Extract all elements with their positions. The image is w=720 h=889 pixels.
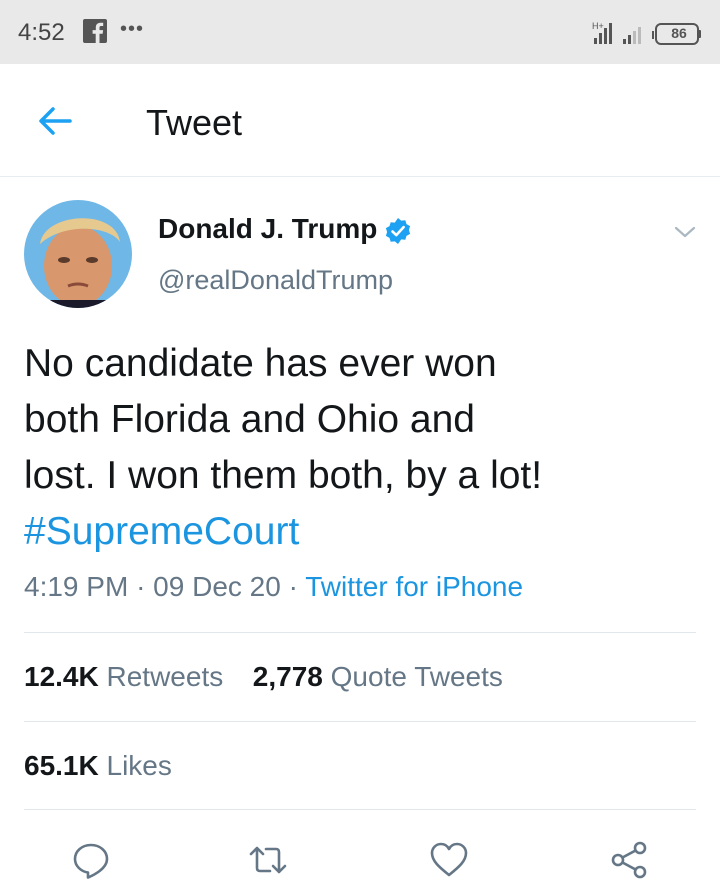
tweet-source-link[interactable]: Twitter for iPhone — [305, 571, 523, 602]
author-name[interactable]: Donald J. Trump — [158, 213, 377, 245]
retweets-count: 12.4K — [24, 661, 99, 692]
page-title: Tweet — [146, 102, 243, 143]
avatar[interactable] — [24, 200, 132, 308]
likes-label: Likes — [106, 750, 172, 781]
meta-separator: · — [136, 571, 146, 602]
likes-stat[interactable]: 65.1K Likes — [24, 750, 172, 782]
status-time: 4:52 — [18, 19, 65, 46]
divider — [24, 721, 696, 722]
share-icon[interactable] — [609, 840, 649, 880]
more-notifications-icon: ••• — [120, 18, 145, 40]
reply-icon[interactable] — [71, 840, 111, 880]
retweets-stat[interactable]: 12.4K Retweets — [24, 661, 231, 692]
meta-separator: · — [288, 571, 298, 602]
tweet-text-line: both Florida and Ohio and — [24, 398, 475, 441]
retweet-icon[interactable] — [248, 840, 288, 880]
author-handle[interactable]: @realDonaldTrump — [158, 265, 393, 296]
tweet-text: No candidate has ever won both Florida a… — [24, 336, 684, 560]
battery-icon: 86 — [671, 25, 687, 41]
svg-text:H+: H+ — [592, 21, 604, 31]
divider — [24, 632, 696, 633]
likes-count: 65.1K — [24, 750, 99, 781]
tweet-date: 09 Dec 20 — [153, 571, 281, 602]
facebook-icon — [83, 19, 107, 43]
divider — [24, 809, 696, 810]
hashtag-link[interactable]: #SupremeCourt — [24, 504, 684, 560]
stats-row: 12.4K Retweets 2,778 Quote Tweets — [24, 661, 503, 693]
like-icon[interactable] — [429, 840, 469, 880]
quote-tweets-stat[interactable]: 2,778 Quote Tweets — [253, 661, 503, 692]
tweet-text-line: lost. I won them both, by a lot! — [24, 454, 543, 497]
verified-badge-icon — [385, 218, 411, 244]
tweet-text-line: No candidate has ever won — [24, 342, 497, 385]
chevron-down-icon[interactable] — [671, 218, 699, 246]
app-header: Tweet — [0, 64, 720, 177]
tweet-time: 4:19 PM — [24, 571, 129, 602]
status-bar: 4:52 ••• H+ 86 — [0, 0, 720, 64]
profile-photo — [24, 200, 132, 308]
quote-tweets-label: Quote Tweets — [330, 661, 503, 692]
back-arrow-icon[interactable] — [34, 100, 76, 142]
action-bar — [0, 830, 720, 889]
retweets-label: Retweets — [106, 661, 224, 692]
tweet-timestamp: 4:19 PM · 09 Dec 20 · Twitter for iPhone — [24, 571, 523, 603]
quote-tweets-count: 2,778 — [252, 661, 323, 692]
